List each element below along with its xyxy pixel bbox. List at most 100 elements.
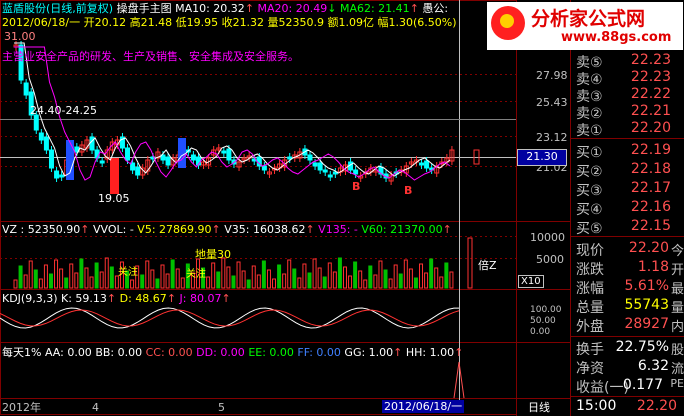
candle-body xyxy=(190,154,196,161)
indicator-name[interactable]: 每天1% xyxy=(2,346,41,359)
chart-template-name[interactable]: 操盘手主图 xyxy=(117,2,172,15)
volume-bar xyxy=(33,269,38,289)
volume-bar xyxy=(307,272,312,289)
sell-level-row[interactable]: 卖③ 22.22 xyxy=(571,86,684,105)
indicator-hh: HH: 1.00 xyxy=(405,346,455,359)
watermark-brand: 分析家公式网 xyxy=(531,8,646,30)
volume-bar xyxy=(388,278,393,289)
quote-row-change: 涨跌 1.18 开 xyxy=(576,259,684,278)
buy-level-row[interactable]: 买① 22.19 xyxy=(571,142,684,161)
volume-bar xyxy=(43,264,48,289)
candle-body xyxy=(226,148,232,161)
ma62-value: MA62: 21.41 xyxy=(339,2,410,15)
volume-bar xyxy=(69,263,74,289)
vvol-value: VVOL: - xyxy=(92,223,134,236)
price-axis-label: 25.43 xyxy=(536,96,568,109)
volume-bars xyxy=(13,237,473,289)
volume-bar xyxy=(424,272,429,289)
quote-row-volume: 总量 55743 量 xyxy=(576,297,684,316)
kdj-axis-label: 100.00 xyxy=(530,305,562,315)
quote-row-price: 现价 22.20 今 xyxy=(576,240,684,259)
sell-level-price: 22.22 xyxy=(630,86,671,102)
kdj-name[interactable]: KDJ(9,3,3) xyxy=(2,292,58,305)
volume-bar xyxy=(358,270,363,289)
price-axis-label: 23.12 xyxy=(536,131,568,144)
volume-bar xyxy=(368,265,373,289)
sell-level-row[interactable]: 卖④ 22.23 xyxy=(571,69,684,88)
volume-bar xyxy=(180,277,185,289)
quote-row-last-trade: 15:00 22.20 xyxy=(576,398,677,414)
kdj-k: K: 59.13 xyxy=(61,292,107,305)
watermark-url: www.88gs.com xyxy=(561,30,672,45)
volume-bar xyxy=(353,261,358,289)
volume-bar xyxy=(206,276,211,289)
buy-level-label: 买④ xyxy=(576,202,603,218)
sell-level-price: 22.23 xyxy=(630,52,671,68)
buy-level-price: 22.17 xyxy=(630,180,671,196)
candle-body xyxy=(424,160,430,169)
volume-bar xyxy=(363,279,368,289)
volume-bar xyxy=(175,268,180,289)
time-axis-year: 2012年 xyxy=(2,401,41,414)
buy-level-label: 买⑤ xyxy=(576,221,603,237)
top-price-label: 31.00 xyxy=(4,30,36,43)
volume-bar xyxy=(236,261,241,289)
kdj-axis-label: 0.00 xyxy=(530,327,551,337)
indicator-gg: GG: 1.00 xyxy=(344,346,394,359)
candle-body xyxy=(221,150,227,154)
candle-body xyxy=(419,162,425,166)
candle-body xyxy=(327,174,333,178)
sell-level-row[interactable]: 卖⑤ 22.23 xyxy=(571,52,684,71)
kdj-header: KDJ(9,3,3) K: 59.13↑ D: 48.67↑ J: 80.07↑ xyxy=(2,292,231,305)
candle-body xyxy=(307,154,313,161)
kline-chart-area[interactable]: 蓝盾股份(日线,前复权) 操盘手主图 MA10: 20.32↑ MA20: 20… xyxy=(0,0,570,416)
volume-bar xyxy=(378,260,383,289)
volume-bar xyxy=(312,258,317,289)
sell-level-row[interactable]: 卖② 22.21 xyxy=(571,103,684,122)
volume-bar xyxy=(317,267,322,289)
v60-value: V60: 21370.00 xyxy=(361,223,443,236)
buy-level-row[interactable]: 买③ 22.17 xyxy=(571,180,684,199)
ma20-value: MA20: 20.49 xyxy=(257,2,328,15)
volume-bar xyxy=(23,274,28,289)
v35-value: V35: 16038.62 xyxy=(224,223,306,236)
volume-bar xyxy=(130,279,135,289)
volume-axis-label: 10000 xyxy=(530,231,565,244)
volume-bar xyxy=(282,273,287,289)
sell-level-row[interactable]: 卖① 22.20 xyxy=(571,120,684,139)
time-axis-month: 5 xyxy=(218,401,225,414)
buy-level-price: 22.15 xyxy=(630,218,671,234)
volume-bar xyxy=(383,269,388,289)
volume-bar xyxy=(348,275,353,289)
chart-header-line1: 蓝盾股份(日线,前复权) 操盘手主图 MA10: 20.32↑ MA20: 20… xyxy=(2,2,449,15)
stock-name[interactable]: 蓝盾股份(日线,前复权) xyxy=(2,2,113,15)
sell-level-price: 22.23 xyxy=(630,69,671,85)
volume-bar xyxy=(160,264,165,289)
volume-bar xyxy=(292,268,297,289)
buy-level-row[interactable]: 买⑤ 22.15 xyxy=(571,218,684,237)
volume-axis-label: 5000 xyxy=(536,253,564,266)
multiple-annotation: 倍Z xyxy=(478,259,497,272)
period-label[interactable]: 日线 xyxy=(528,401,550,414)
volume-bar xyxy=(251,265,256,289)
volume-bar xyxy=(145,260,150,289)
volume-bar xyxy=(140,274,145,289)
buy-level-row[interactable]: 买④ 22.16 xyxy=(571,199,684,218)
chart-header-line2: 2012/06/18/一 开20.12 高21.48 低19.95 收21.32… xyxy=(2,16,457,29)
volume-bar xyxy=(18,265,23,289)
sell-level-label: 卖① xyxy=(576,123,603,139)
candle-body xyxy=(23,82,29,96)
volume-bar xyxy=(327,262,332,289)
zoom-x10-button[interactable]: X10 xyxy=(518,275,544,288)
v135-value: V135: - xyxy=(318,223,358,236)
range-annotation: 24.40-24.25 xyxy=(30,104,97,117)
price-axis-label: 27.98 xyxy=(536,69,568,82)
volume-bar xyxy=(216,271,221,289)
volume-bar xyxy=(38,278,43,289)
candle-body xyxy=(130,162,136,171)
volume-bar xyxy=(246,279,251,289)
candle-body xyxy=(38,132,44,141)
kdj-d: D: 48.67 xyxy=(119,292,167,305)
buy-level-row[interactable]: 买② 22.18 xyxy=(571,161,684,180)
indicator-ee: EE: 0.00 xyxy=(248,346,294,359)
